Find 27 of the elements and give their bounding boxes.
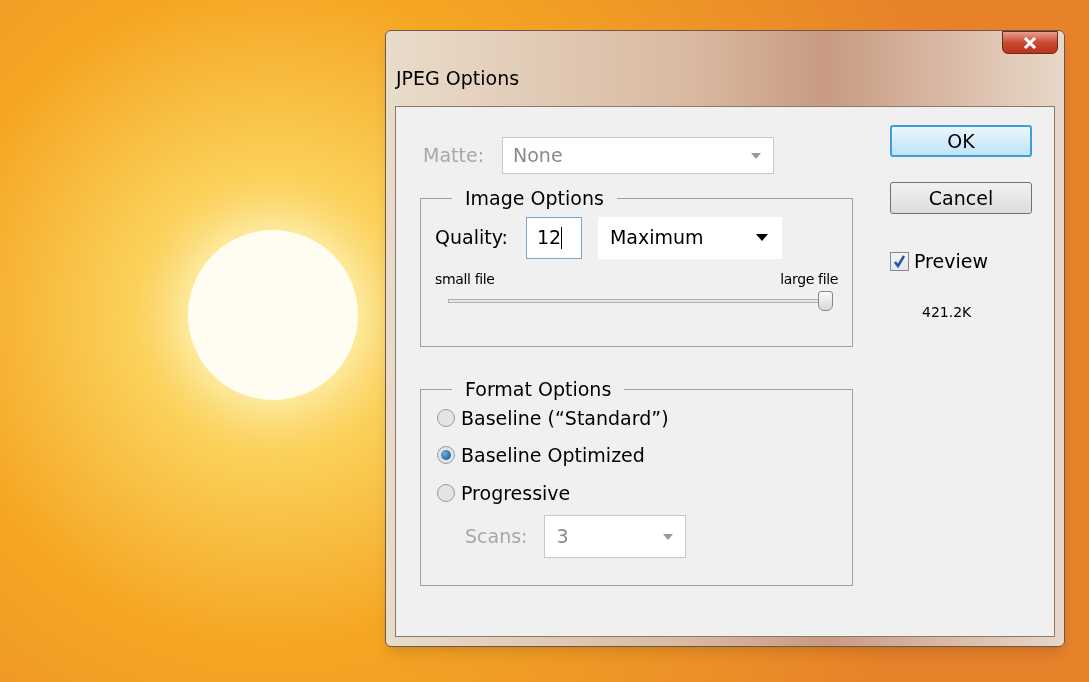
dropdown-arrow-icon (755, 234, 768, 241)
format-radio-option[interactable]: Baseline Optimized (437, 441, 838, 470)
quality-preset-dropdown[interactable]: Maximum (597, 216, 782, 259)
format-radio-option[interactable]: Progressive (437, 478, 838, 507)
quality-label: Quality: (435, 225, 508, 251)
scans-label: Scans: (465, 524, 528, 550)
checkbox[interactable] (890, 251, 909, 271)
dialog-button[interactable]: Cancel (890, 182, 1032, 214)
radio-button[interactable] (437, 446, 455, 465)
dropdown-arrow-icon (662, 533, 673, 540)
close-button[interactable] (1002, 31, 1058, 54)
slider-max-label: large file (780, 269, 838, 289)
dialog-button[interactable]: OK (890, 125, 1032, 157)
matte-label: Matte: (423, 143, 485, 169)
file-size-text: 421.2K (922, 302, 972, 322)
dropdown-arrow-icon (751, 152, 762, 159)
radio-button[interactable] (437, 483, 455, 502)
slider-min-label: small file (435, 269, 495, 289)
radio-button[interactable] (437, 408, 455, 427)
group-title: Image Options (464, 186, 605, 211)
quality-input[interactable]: 12 (525, 216, 582, 259)
close-icon (1023, 36, 1037, 49)
format-radio-option[interactable]: Baseline (“Standard”) (437, 403, 838, 432)
window-title: JPEG Options (396, 66, 520, 91)
slider-thumb[interactable] (818, 290, 833, 311)
preview-checkbox[interactable]: Preview (890, 247, 988, 276)
group-title: Format Options (464, 377, 613, 402)
